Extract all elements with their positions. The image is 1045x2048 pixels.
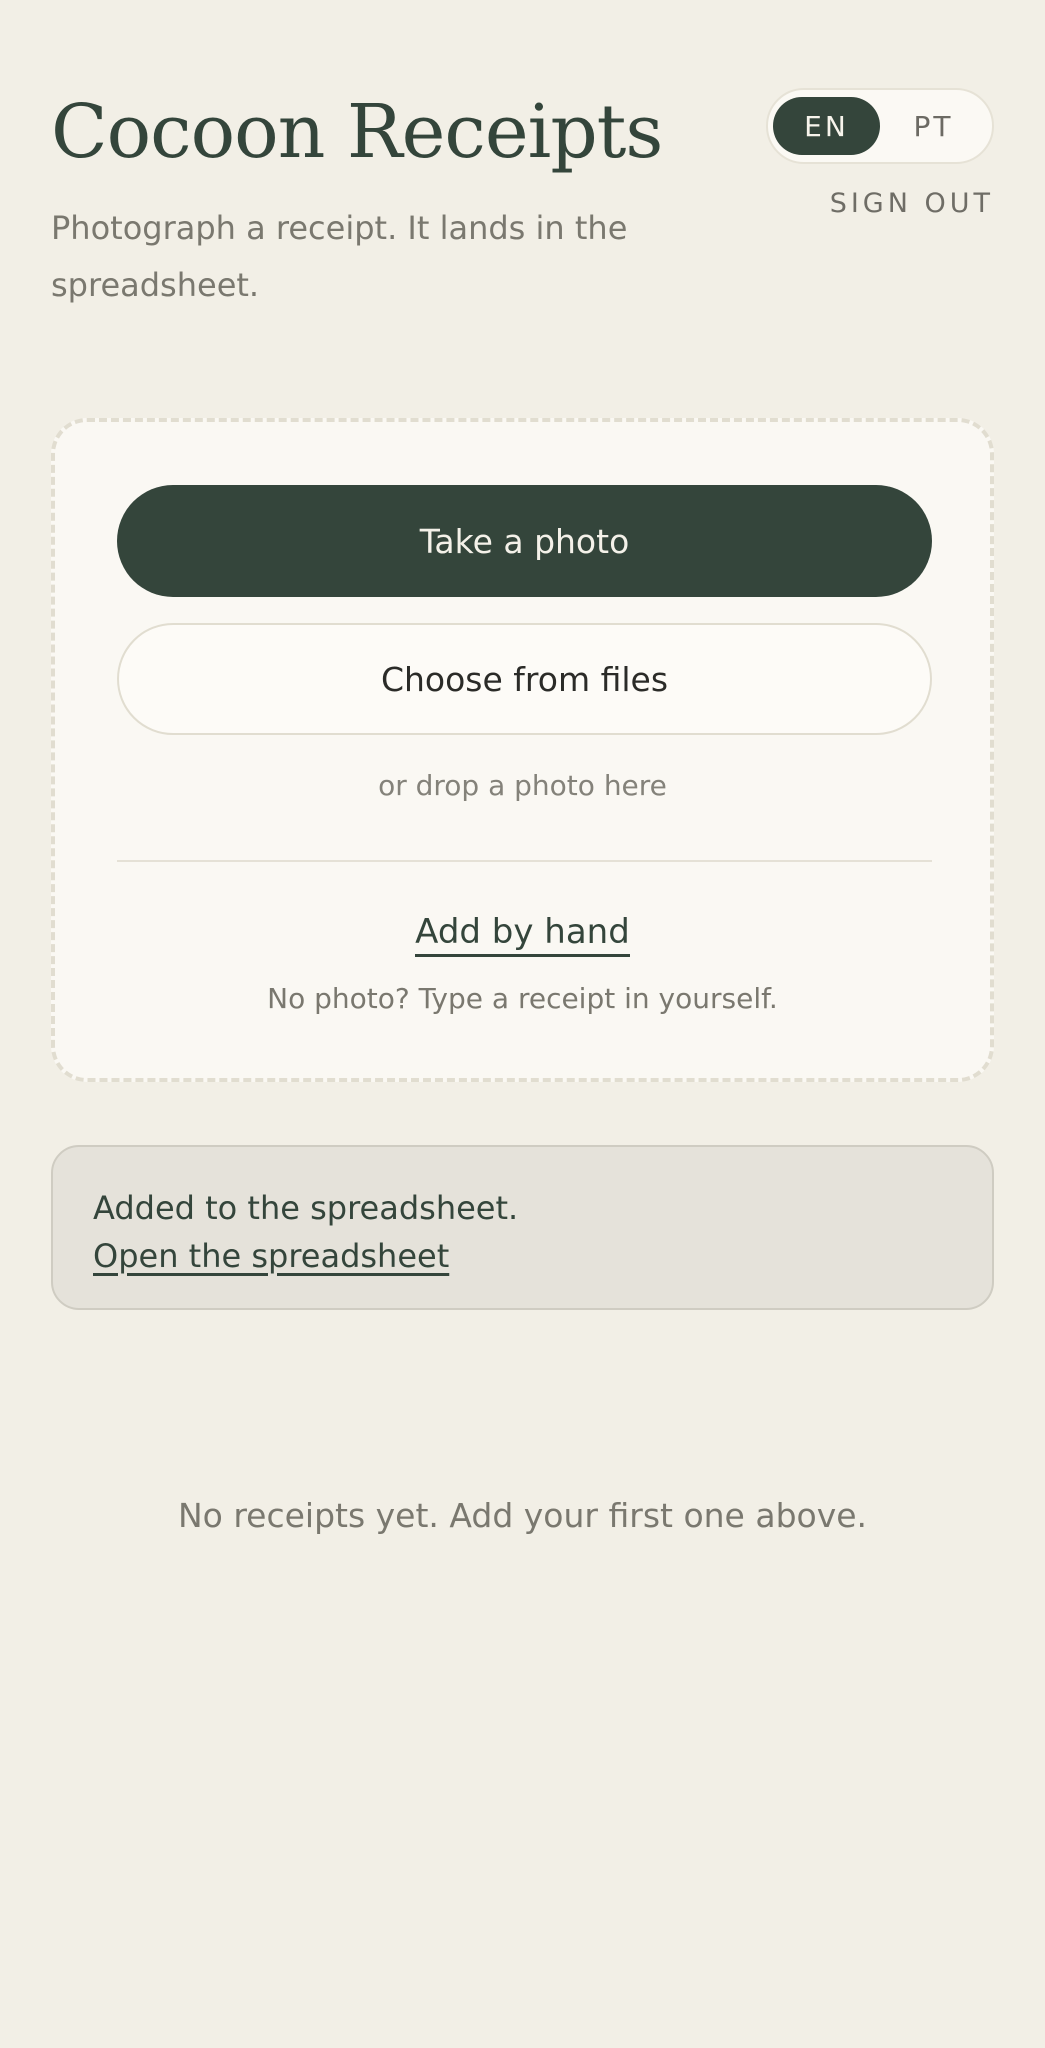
add-by-hand-link[interactable]: Add by hand xyxy=(415,912,630,957)
add-by-hand-hint: No photo? Type a receipt in yourself. xyxy=(267,982,778,1015)
language-option-en[interactable]: EN xyxy=(773,97,880,155)
notice-message: Added to the spreadsheet. xyxy=(93,1189,519,1227)
divider xyxy=(117,860,932,862)
upload-card[interactable]: Take a photo Choose from files or drop a… xyxy=(51,418,994,1082)
app-header: Cocoon Receipts Photograph a receipt. It… xyxy=(51,0,994,320)
language-toggle: EN PT xyxy=(766,88,994,164)
language-option-pt[interactable]: PT xyxy=(880,97,987,155)
add-by-hand-container: Add by hand xyxy=(55,912,990,957)
sign-out-button[interactable]: SIGN OUT xyxy=(830,188,994,219)
app-title: Cocoon Receipts xyxy=(51,89,663,175)
app-tagline: Photograph a receipt. It lands in the sp… xyxy=(51,209,628,304)
drop-hint: or drop a photo here xyxy=(378,769,667,802)
choose-files-button[interactable]: Choose from files xyxy=(117,623,932,735)
take-photo-button[interactable]: Take a photo xyxy=(117,485,932,597)
receipts-empty-state: No receipts yet. Add your first one abov… xyxy=(177,1496,868,1535)
success-notice: Added to the spreadsheet. Open the sprea… xyxy=(51,1145,994,1310)
open-spreadsheet-link[interactable]: Open the spreadsheet xyxy=(93,1233,449,1279)
